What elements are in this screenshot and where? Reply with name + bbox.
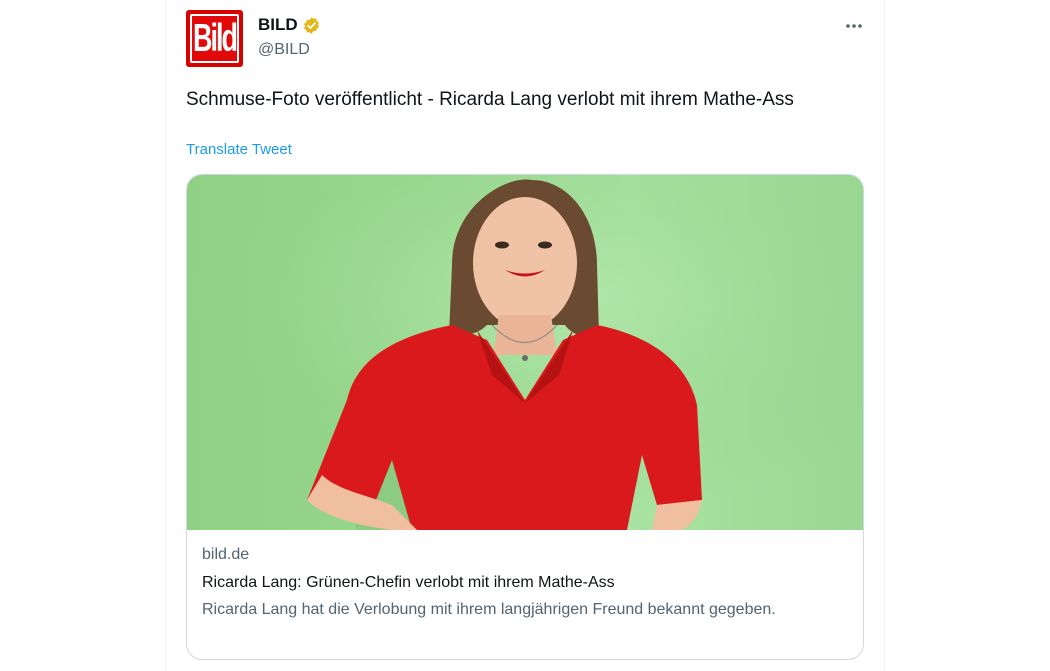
card-image[interactable]	[187, 175, 863, 530]
verified-badge-icon	[302, 16, 321, 35]
avatar[interactable]: Bild	[186, 10, 243, 67]
translate-tweet-link[interactable]: Translate Tweet	[186, 141, 292, 158]
link-preview-card[interactable]: bild.de Ricarda Lang: Grünen-Chefin verl…	[186, 174, 864, 660]
author-handle[interactable]: @BILD	[258, 41, 310, 59]
card-domain: bild.de	[202, 546, 250, 563]
more-options-button[interactable]	[842, 14, 866, 38]
card-body: bild.de Ricarda Lang: Grünen-Chefin verl…	[202, 545, 852, 622]
author-name[interactable]: BILD	[258, 15, 298, 35]
timeline-column: Bild BILD @BILD Schmuse-Foto veröffentli…	[165, 0, 885, 671]
more-options-icon	[846, 24, 862, 28]
avatar-logo-text: Bild	[193, 16, 238, 60]
bild-logo: Bild	[190, 14, 239, 63]
author-name-row: BILD	[258, 15, 321, 35]
tweet[interactable]: Bild BILD @BILD Schmuse-Foto veröffentli…	[186, 0, 866, 671]
card-title: Ricarda Lang: Grünen-Chefin verlobt mit …	[202, 574, 615, 591]
card-photo-illustration	[187, 175, 863, 530]
tweet-text: Schmuse-Foto veröffentlicht - Ricarda La…	[186, 89, 794, 110]
card-description: Ricarda Lang hat die Verlobung mit ihrem…	[202, 601, 776, 618]
